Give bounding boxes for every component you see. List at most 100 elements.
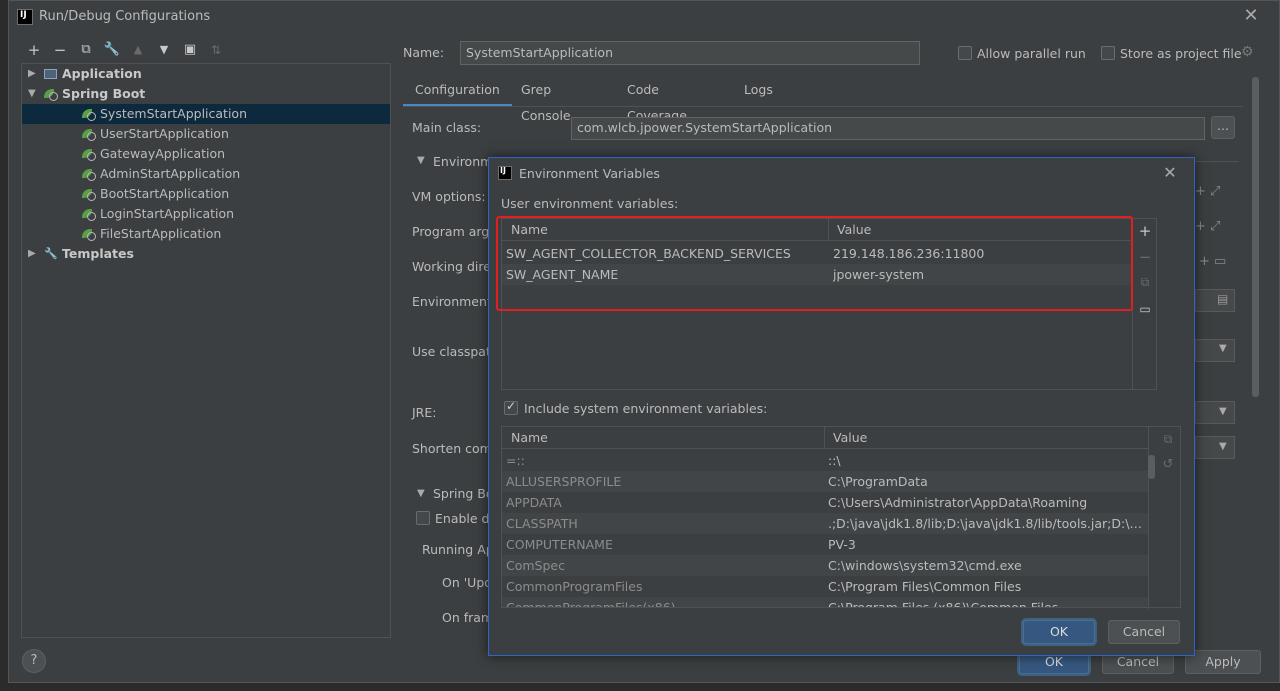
move-up-icon[interactable]: ▲ — [129, 41, 147, 59]
move-down-icon[interactable]: ▼ — [155, 41, 173, 59]
configuration-tree: ▶ Application ▼ Spring Boot SystemStartAppli… — [21, 63, 391, 638]
tree-item[interactable]: GatewayApplication — [22, 144, 390, 164]
close-icon[interactable]: ✕ — [1241, 6, 1261, 26]
tab-configuration[interactable]: Configuration — [403, 77, 512, 107]
name-field[interactable]: SystemStartApplication — [460, 41, 920, 65]
spring-boot-section-label: Spring Bo — [433, 486, 494, 501]
tab-code-coverage[interactable]: Code Coverage — [615, 77, 699, 123]
user-table-toolbar: + − ⧉ ▭ — [1132, 219, 1156, 389]
spring-leaf-icon — [82, 207, 96, 221]
paste-icon[interactable]: ▭ — [1137, 301, 1153, 317]
allow-parallel-run-checkbox[interactable] — [958, 46, 972, 60]
table-row[interactable]: APPDATA C:\Users\Administrator\AppData\Ro… — [502, 492, 1148, 513]
copy-icon[interactable]: ⧉ — [1160, 431, 1176, 447]
copy-icon[interactable]: ⧉ — [77, 41, 95, 59]
remove-icon[interactable]: − — [51, 41, 69, 59]
spring-leaf-icon — [82, 167, 96, 181]
main-class-field[interactable]: com.wlcb.jpower.SystemStartApplication — [571, 117, 1205, 140]
use-classpath-label: Use classpath — [412, 344, 499, 359]
table-row[interactable]: CommonProgramFiles C:\Program Files\Commo… — [502, 576, 1148, 597]
tree-item-label: Application — [62, 66, 142, 81]
env-cancel-button[interactable]: Cancel — [1108, 620, 1180, 644]
tree-item[interactable]: FileStartApplication — [22, 224, 390, 244]
table-row[interactable]: COMPUTERNAME PV-3 — [502, 534, 1148, 555]
folder-add-icon[interactable]: ▣ — [181, 41, 199, 59]
tree-item[interactable]: SystemStartApplication — [22, 104, 390, 124]
help-button[interactable]: ? — [22, 649, 46, 673]
system-table-scrollbar[interactable] — [1148, 455, 1155, 479]
chevron-down-icon[interactable]: ▼ — [1219, 406, 1227, 417]
enable-debug-checkbox[interactable] — [416, 511, 430, 525]
vm-options-label: VM options: — [412, 189, 486, 204]
add-icon[interactable]: + — [1137, 223, 1153, 239]
env-name-cell: CLASSPATH — [506, 516, 578, 531]
env-value-cell: ::\ — [828, 453, 841, 468]
title-bar: Run/Debug Configurations ✕ — [9, 1, 1280, 33]
chevron-down-icon[interactable]: ▼ — [1219, 343, 1227, 354]
tree-item-label: LoginStartApplication — [100, 206, 235, 221]
environment-field-edge[interactable] — [1195, 289, 1235, 312]
tree-item[interactable]: BootStartApplication — [22, 184, 390, 204]
env-name-cell: =:: — [506, 453, 525, 468]
document-icon[interactable]: ▤ — [1217, 292, 1228, 306]
chevron-down-icon[interactable]: ▼ — [417, 488, 425, 499]
tree-item-label: AdminStartApplication — [100, 166, 241, 181]
env-ok-button[interactable]: OK — [1023, 620, 1095, 644]
table-row[interactable]: ComSpec C:\windows\system32\cmd.exe — [502, 555, 1148, 576]
env-name-cell: CommonProgramFiles(x86) — [506, 597, 816, 607]
tree-item[interactable]: ▶ Application — [22, 64, 390, 84]
copy-icon[interactable]: ⧉ — [1137, 274, 1153, 290]
expand-icon[interactable]: + ⤢ — [1195, 184, 1220, 199]
close-icon[interactable]: ✕ — [1161, 163, 1179, 183]
env-value-cell: .;D:\java\jdk1.8/lib;D:\java\jdk1.8/lib/… — [828, 516, 1144, 531]
env-value-cell: C:\windows\system32\cmd.exe — [828, 558, 1022, 573]
jre-dropdown-edge[interactable] — [1195, 401, 1235, 424]
env-value-cell: C:\Program Files (x86)\Common Files — [828, 597, 1144, 607]
tree-item-label: UserStartApplication — [100, 126, 229, 141]
sort-icon[interactable]: ⇅ — [207, 41, 225, 59]
include-system-checkbox[interactable] — [504, 399, 518, 415]
tree-item-label: Spring Boot — [62, 86, 146, 101]
dialog-title: Environment Variables — [519, 166, 660, 181]
tree-item[interactable]: LoginStartApplication — [22, 204, 390, 224]
spring-leaf-icon — [82, 227, 96, 241]
add-icon[interactable]: + — [25, 41, 43, 59]
table-row[interactable]: CommonProgramFiles(x86) C:\Program Files … — [502, 597, 1148, 607]
tab-separator — [403, 106, 1243, 107]
env-value-cell: PV-3 — [828, 537, 856, 552]
config-scrollbar[interactable] — [1252, 77, 1259, 397]
env-value-cell: C:\Users\Administrator\AppData\Roaming — [828, 495, 1088, 510]
tab-grep-console[interactable]: Grep Console — [509, 77, 583, 123]
tree-item[interactable]: ▼ Spring Boot — [22, 84, 390, 104]
system-env-rows: =::::\ ALLUSERSPROFILE C:\ProgramData APPDA… — [502, 450, 1148, 607]
remove-icon[interactable]: − — [1137, 249, 1153, 265]
shorten-dropdown-edge[interactable] — [1195, 436, 1235, 459]
table-row[interactable]: =::::\ — [502, 450, 1148, 471]
apply-button[interactable]: Apply — [1185, 650, 1261, 674]
spring-leaf-icon — [82, 187, 96, 201]
tab-logs[interactable]: Logs — [732, 77, 785, 107]
chevron-right-icon[interactable]: ▶ — [28, 64, 38, 84]
folder-icon[interactable]: + ▭ — [1199, 254, 1226, 269]
tree-item[interactable]: ▶ 🔧 Templates — [22, 244, 390, 264]
table-row[interactable]: ALLUSERSPROFILE C:\ProgramData — [502, 471, 1148, 492]
chevron-down-icon[interactable]: ▼ — [28, 84, 38, 104]
chevron-down-icon[interactable]: ▼ — [1219, 441, 1227, 452]
tree-item[interactable]: UserStartApplication — [22, 124, 390, 144]
table-row[interactable]: CLASSPATH .;D:\java\jdk1.8/lib;D:\java\jd… — [502, 513, 1148, 534]
wrench-icon[interactable]: 🔧 — [103, 41, 121, 59]
store-as-project-file-checkbox[interactable] — [1101, 46, 1115, 60]
tree-item[interactable]: AdminStartApplication — [22, 164, 390, 184]
browse-main-class-button[interactable]: ... — [1211, 116, 1235, 139]
table-header: Name Value — [502, 427, 1148, 449]
undo-icon[interactable]: ↺ — [1160, 457, 1176, 473]
include-system-label: Include system environment variables: — [524, 401, 768, 416]
env-name-cell: ComSpec — [506, 558, 565, 573]
chevron-down-icon[interactable]: ▼ — [417, 155, 425, 166]
intellij-logo-icon — [498, 166, 512, 180]
gear-icon[interactable]: ⚙ — [1241, 44, 1254, 60]
expand-icon[interactable]: + ⤢ — [1195, 219, 1220, 234]
spring-leaf-icon — [82, 147, 96, 161]
chevron-right-icon[interactable]: ▶ — [28, 244, 38, 264]
classpath-dropdown-edge[interactable] — [1195, 339, 1235, 362]
